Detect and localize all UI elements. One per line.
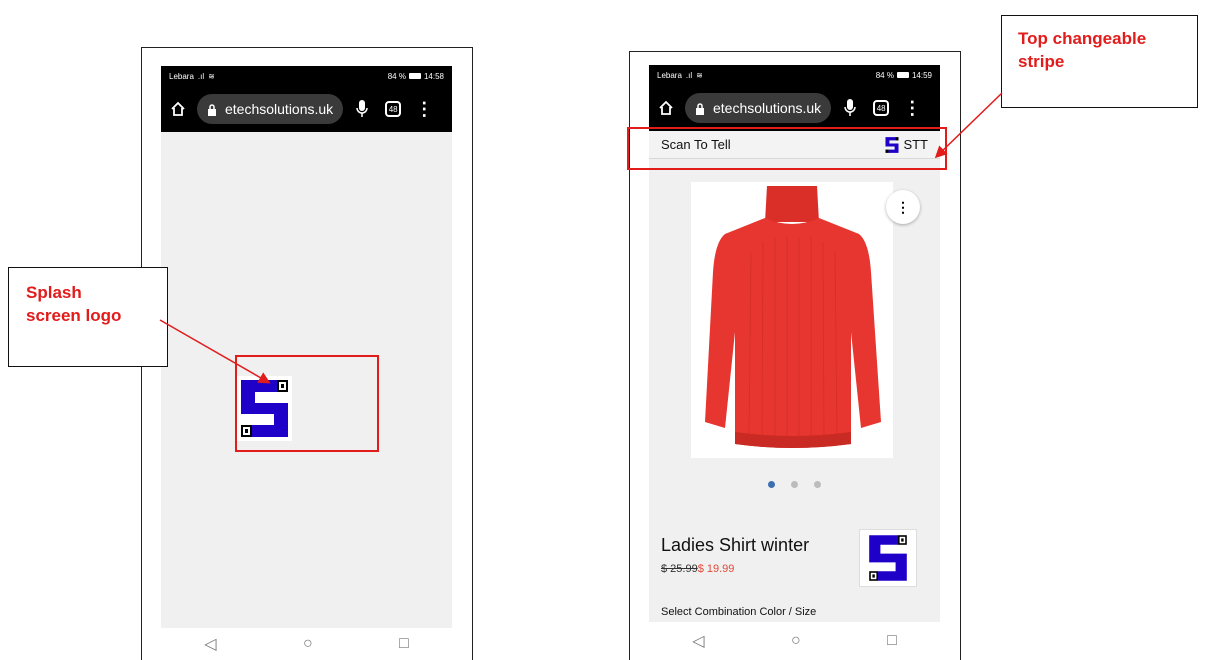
android-nav-bar: ◁ ○ □ (649, 622, 940, 660)
mic-icon[interactable] (355, 100, 369, 118)
splash-logo-highlight (235, 355, 379, 452)
carousel-dot[interactable] (791, 481, 798, 488)
carousel-dot[interactable] (814, 481, 821, 488)
stripe-callout-line1: Top changeable (1018, 29, 1147, 48)
left-phone-screen: Lebara .ıl ≋ 84 % 14:58 etechsolutions.u… (161, 66, 452, 628)
home-nav-icon[interactable]: ○ (303, 635, 313, 653)
stripe-highlight (627, 127, 947, 170)
splash-callout-line2: screen logo (26, 305, 122, 325)
back-icon[interactable]: ◁ (692, 631, 704, 651)
recents-icon[interactable]: □ (887, 632, 897, 650)
select-options-label: Select Combination Color / Size (661, 606, 817, 618)
mic-icon[interactable] (843, 99, 857, 117)
lock-icon (207, 103, 217, 116)
status-bar: Lebara .ıl ≋ 84 % 14:58 (161, 66, 452, 86)
carrier-label: Lebara (657, 70, 682, 80)
lock-icon (695, 102, 705, 115)
product-title: Ladies Shirt winter (661, 535, 810, 555)
carousel-dots (649, 481, 940, 488)
tab-switcher-button[interactable]: 48 (385, 101, 402, 117)
home-nav-icon[interactable]: ○ (791, 632, 801, 650)
android-nav-bar: ◁ ○ □ (161, 628, 452, 660)
stripe-callout-line2: stripe (1018, 51, 1065, 71)
wifi-icon: ≋ (696, 70, 703, 80)
browser-toolbar: etechsolutions.uk 48 ⋮ (649, 85, 940, 131)
recents-icon[interactable]: □ (399, 635, 409, 653)
splash-callout-line1: Splash (26, 283, 82, 302)
carrier-label: Lebara (169, 71, 194, 81)
new-price: $ 19.99 (697, 563, 735, 575)
menu-icon[interactable]: ⋮ (415, 100, 433, 118)
carousel-dot[interactable] (768, 481, 775, 488)
home-icon[interactable] (657, 99, 675, 117)
left-phone-frame: Lebara .ıl ≋ 84 % 14:58 etechsolutions.u… (141, 47, 473, 660)
wifi-icon: ≋ (208, 71, 215, 81)
menu-icon[interactable]: ⋮ (903, 99, 921, 117)
url-text: etechsolutions.uk (713, 100, 822, 116)
product-brand-logo (859, 529, 917, 587)
splash-callout: Splash screen logo (8, 267, 168, 367)
battery-percent: 84 % (387, 71, 406, 81)
url-bar[interactable]: etechsolutions.uk (197, 94, 344, 124)
image-options-button[interactable]: ⋮ (886, 190, 920, 224)
back-icon[interactable]: ◁ (204, 634, 216, 654)
status-bar: Lebara .ıl ≋ 84 % 14:59 (649, 65, 940, 85)
battery-icon (408, 73, 421, 79)
signal-icon: .ıl (685, 70, 693, 80)
home-icon[interactable] (169, 100, 187, 118)
product-price: $ 25.99$ 19.99 (661, 563, 734, 575)
clock: 14:59 (911, 70, 932, 80)
battery-percent: 84 % (875, 70, 894, 80)
old-price: $ 25.99 (661, 563, 698, 575)
stripe-callout: Top changeable stripe (1001, 15, 1198, 108)
signal-icon: .ıl (197, 71, 205, 81)
url-text: etechsolutions.uk (225, 101, 334, 117)
url-bar[interactable]: etechsolutions.uk (685, 93, 832, 123)
clock: 14:58 (423, 71, 444, 81)
browser-toolbar: etechsolutions.uk 48 ⋮ (161, 86, 452, 132)
battery-icon (896, 72, 909, 78)
tab-switcher-button[interactable]: 48 (873, 100, 890, 116)
product-image[interactable] (691, 182, 893, 458)
